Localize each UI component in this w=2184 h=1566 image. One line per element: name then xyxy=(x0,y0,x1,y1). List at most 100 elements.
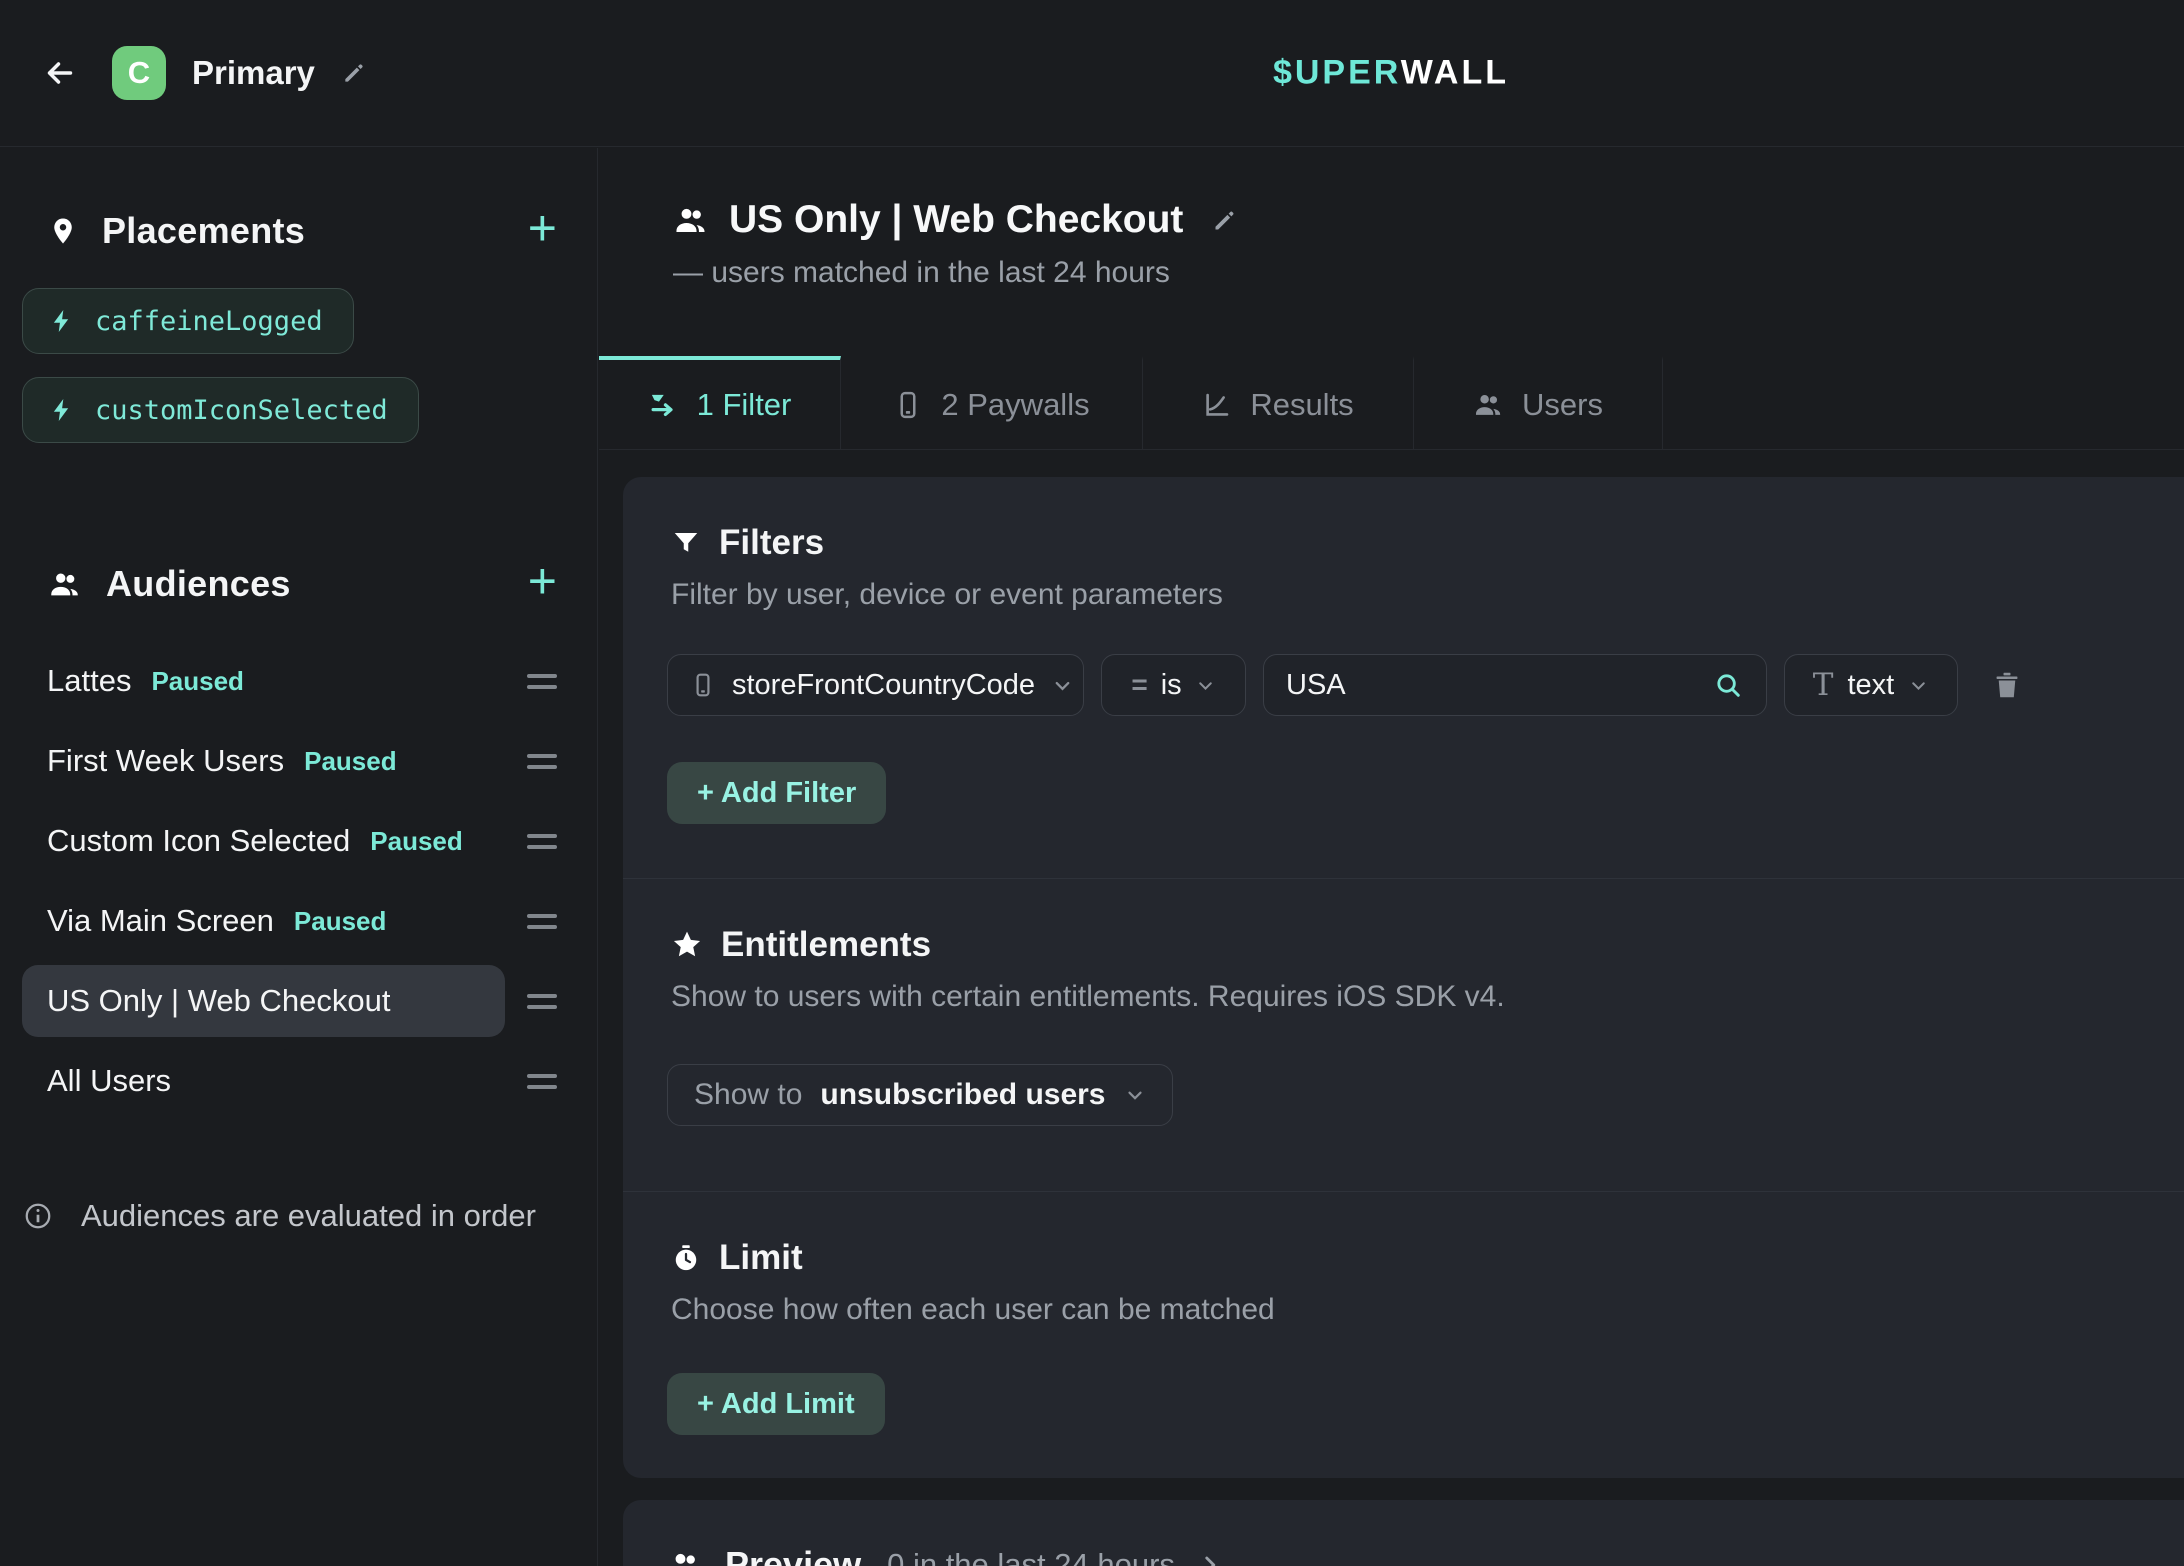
phone-icon xyxy=(690,672,716,698)
drag-handle-icon[interactable] xyxy=(527,747,557,776)
stopwatch-icon xyxy=(671,1243,701,1273)
audiences-list: LattesPausedFirst Week UsersPausedCustom… xyxy=(0,645,597,1117)
filter-operator-value: is xyxy=(1161,669,1182,702)
audience-item-body[interactable]: US Only | Web Checkout xyxy=(22,965,505,1037)
placements-section-header: Placements + xyxy=(0,200,597,262)
paused-badge: Paused xyxy=(151,666,244,697)
preview-card: Preview 0 in the last 24 hours xyxy=(623,1500,2184,1566)
placement-pill[interactable]: caffeineLogged xyxy=(22,288,354,354)
filter-value-input[interactable]: USA xyxy=(1263,654,1767,716)
chevron-right-icon xyxy=(1197,1552,1223,1566)
filter-type-dropdown[interactable]: T text xyxy=(1784,654,1958,716)
logo-white-part: WALL xyxy=(1401,54,1509,92)
map-pin-icon xyxy=(48,216,78,246)
paused-badge: Paused xyxy=(294,906,387,937)
audience-title: US Only | Web Checkout xyxy=(729,198,1183,242)
tab-label: 1 Filter xyxy=(697,387,792,423)
audience-label: Lattes xyxy=(47,663,131,699)
placements-list: caffeineLogged customIconSelected xyxy=(0,262,597,443)
placements-title: Placements xyxy=(102,210,305,252)
audiences-section-header: Audiences + xyxy=(0,553,597,615)
audience-subtitle: — users matched in the last 24 hours xyxy=(673,256,2184,290)
audience-list-item[interactable]: All Users xyxy=(22,1045,557,1117)
audience-item-body[interactable]: First Week UsersPaused xyxy=(22,725,505,797)
filters-section: Filters Filter by user, device or event … xyxy=(623,477,2184,878)
filter-value-text: USA xyxy=(1286,669,1697,702)
footnote-text: Audiences are evaluated in order xyxy=(81,1198,536,1234)
audience-item-body[interactable]: Custom Icon Selected Paused xyxy=(22,805,505,877)
app-window: C Primary $UPERWALL Placements + caffein… xyxy=(0,0,2184,1566)
audience-item-body[interactable]: Lattes Paused xyxy=(22,645,505,717)
paused-badge: Paused xyxy=(304,746,397,777)
app-name: Primary xyxy=(192,54,315,92)
placement-label: customIconSelected xyxy=(95,395,388,426)
main-panel: US Only | Web Checkout — users matched i… xyxy=(599,148,2184,1566)
show-to-dropdown[interactable]: Show to unsubscribed users xyxy=(667,1064,1173,1126)
entitlements-subtitle: Show to users with certain entitlements.… xyxy=(667,980,2170,1014)
preview-count: 0 in the last 24 hours xyxy=(887,1547,1175,1566)
back-button[interactable] xyxy=(42,55,86,91)
audience-label: Custom Icon Selected xyxy=(47,823,350,859)
avatar[interactable]: C xyxy=(112,46,166,100)
audience-label: All Users xyxy=(47,1063,171,1099)
add-placement-button[interactable]: + xyxy=(528,203,557,259)
drag-handle-icon[interactable] xyxy=(527,667,557,696)
preview-header-row[interactable]: Preview 0 in the last 24 hours xyxy=(667,1544,2170,1566)
tab-results[interactable]: Results xyxy=(1143,356,1414,449)
limit-subtitle: Choose how often each user can be matche… xyxy=(667,1293,2170,1327)
entitlements-section: Entitlements Show to users with certain … xyxy=(623,878,2184,1191)
audience-item-body[interactable]: Via Main Screen Paused xyxy=(22,885,505,957)
add-filter-button[interactable]: + Add Filter xyxy=(667,762,886,824)
edit-app-name-icon[interactable] xyxy=(341,60,367,86)
funnel-arrow-icon xyxy=(648,389,679,420)
audience-list-item[interactable]: Via Main Screen Paused xyxy=(22,885,557,957)
logo-teal-part: $UPER xyxy=(1273,54,1401,92)
tab-users[interactable]: Users xyxy=(1414,356,1663,449)
tab-label: Users xyxy=(1522,387,1603,423)
audience-list-item[interactable]: US Only | Web Checkout xyxy=(22,965,557,1037)
tab-label: Results xyxy=(1250,387,1353,423)
drag-handle-icon[interactable] xyxy=(527,827,557,856)
users-icon xyxy=(667,1547,703,1566)
drag-handle-icon[interactable] xyxy=(527,987,557,1016)
audience-list-item[interactable]: Custom Icon Selected Paused xyxy=(22,805,557,877)
bolt-icon xyxy=(49,308,75,334)
filter-parameter-dropdown[interactable]: storeFrontCountryCode xyxy=(667,654,1084,716)
tab-label: 2 Paywalls xyxy=(941,387,1089,423)
filters-title: Filters xyxy=(719,523,824,563)
equals-icon: = xyxy=(1131,669,1147,701)
filter-type-value: text xyxy=(1847,669,1894,702)
filter-row: storeFrontCountryCode = is USA xyxy=(667,654,2170,716)
audience-label: Via Main Screen xyxy=(47,903,274,939)
placement-pill[interactable]: customIconSelected xyxy=(22,377,419,443)
audience-item-body[interactable]: All Users xyxy=(22,1045,505,1117)
audiences-title: Audiences xyxy=(106,563,291,605)
limit-section: Limit Choose how often each user can be … xyxy=(623,1191,2184,1477)
drag-handle-icon[interactable] xyxy=(527,1067,557,1096)
funnel-icon xyxy=(671,528,701,558)
show-to-label: Show to xyxy=(694,1078,802,1112)
add-limit-button[interactable]: + Add Limit xyxy=(667,1373,885,1435)
audience-config-card: Filters Filter by user, device or event … xyxy=(623,477,2184,1478)
filters-subtitle: Filter by user, device or event paramete… xyxy=(667,578,2170,612)
superwall-logo: $UPERWALL xyxy=(598,54,2184,93)
preview-title: Preview xyxy=(725,1544,861,1566)
drag-handle-icon[interactable] xyxy=(527,907,557,936)
filter-operator-dropdown[interactable]: = is xyxy=(1101,654,1246,716)
users-icon xyxy=(48,567,82,601)
tab-2-paywalls[interactable]: 2 Paywalls xyxy=(841,356,1143,449)
add-audience-button[interactable]: + xyxy=(528,556,557,612)
audience-list-item[interactable]: First Week UsersPaused xyxy=(22,725,557,797)
users-icon xyxy=(1473,389,1504,420)
delete-filter-button[interactable] xyxy=(1991,669,2023,701)
search-icon xyxy=(1713,670,1744,701)
edit-audience-name-icon[interactable] xyxy=(1211,207,1238,234)
bolt-icon xyxy=(49,397,75,423)
audience-label: US Only | Web Checkout xyxy=(47,983,390,1019)
tab-1-filter[interactable]: 1 Filter xyxy=(599,356,841,449)
audiences-footnote: Audiences are evaluated in order xyxy=(23,1198,536,1234)
top-header: C Primary $UPERWALL xyxy=(0,0,2184,147)
paused-badge: Paused xyxy=(370,826,463,857)
chevron-down-icon xyxy=(1908,675,1929,696)
audience-list-item[interactable]: Lattes Paused xyxy=(22,645,557,717)
